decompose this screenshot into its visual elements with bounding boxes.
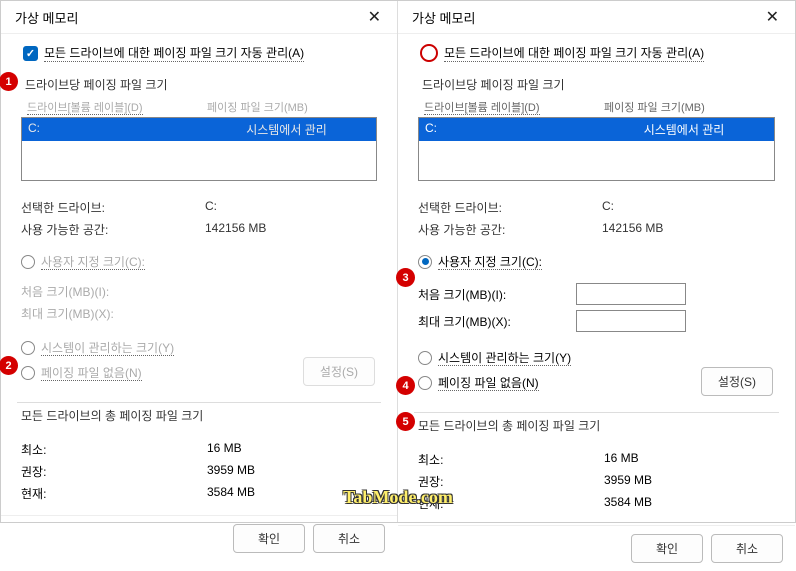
dialog-buttons: 확인 취소 — [398, 525, 795, 571]
radio-custom-label: 사용자 지정 크기(C): — [41, 253, 145, 270]
drive-listbox[interactable]: C: 시스템에서 관리 — [21, 117, 377, 181]
max-size-label: 최대 크기(MB)(X): — [21, 305, 179, 322]
list-item[interactable]: C: 시스템에서 관리 — [22, 118, 376, 141]
available-label: 사용 가능한 공간: — [21, 221, 205, 238]
selected-drive-label: 선택한 드라이브: — [418, 199, 602, 216]
cur-label: 현재: — [418, 495, 604, 512]
ok-button[interactable]: 확인 — [631, 534, 703, 563]
auto-manage-checkbox[interactable] — [23, 46, 38, 61]
radio-custom-row: 사용자 지정 크기(C): — [414, 253, 779, 270]
drive-status: 시스템에서 관리 — [600, 121, 768, 138]
initial-size-label: 처음 크기(MB)(I): — [21, 283, 179, 300]
titlebar: 가상 메모리 ✕ — [1, 1, 397, 34]
totals-group-label: 모든 드라이브의 총 페이징 파일 크기 — [414, 417, 779, 434]
radio-custom-label: 사용자 지정 크기(C): — [438, 253, 542, 270]
dialog-title: 가상 메모리 — [412, 8, 475, 27]
drive-listbox[interactable]: C: 시스템에서 관리 — [418, 117, 775, 181]
radio-system-label: 시스템이 관리하는 크기(Y) — [41, 339, 174, 356]
list-header: 드라이브[볼륨 레이블](D) 페이징 파일 크기(MB) — [418, 97, 775, 117]
radio-system-row: 시스템이 관리하는 크기(Y) — [17, 339, 381, 356]
dialog-title: 가상 메모리 — [15, 8, 78, 27]
rec-label: 권장: — [21, 463, 207, 480]
selected-drive-value: C: — [602, 199, 614, 216]
min-value: 16 MB — [604, 451, 639, 468]
totals: 최소:16 MB 권장:3959 MB 현재:3584 MB — [21, 436, 381, 507]
drive-letter: C: — [425, 121, 600, 138]
available-value: 142156 MB — [205, 221, 266, 238]
initial-size-input[interactable] — [576, 283, 686, 305]
col-drive: 드라이브[볼륨 레이블](D) — [424, 99, 604, 115]
min-label: 최소: — [21, 441, 207, 458]
cur-label: 현재: — [21, 485, 207, 502]
col-size: 페이징 파일 크기(MB) — [207, 99, 308, 115]
col-drive: 드라이브[볼륨 레이블](D) — [27, 99, 207, 115]
auto-manage-label: 모든 드라이브에 대한 페이징 파일 크기 자동 관리(A) — [444, 44, 704, 62]
available-label: 사용 가능한 공간: — [418, 221, 602, 238]
badge-2: 2 — [0, 356, 18, 375]
dialog-buttons: 확인 취소 — [1, 515, 397, 561]
set-button[interactable]: 설정(S) — [701, 367, 773, 396]
list-header: 드라이브[볼륨 레이블](D) 페이징 파일 크기(MB) — [21, 97, 377, 117]
list-item[interactable]: C: 시스템에서 관리 — [419, 118, 774, 141]
dialog-right: 가상 메모리 ✕ 모든 드라이브에 대한 페이징 파일 크기 자동 관리(A) … — [398, 1, 795, 522]
drive-group-label: 드라이브당 페이징 파일 크기 — [418, 76, 775, 93]
badge-4: 4 — [396, 376, 415, 395]
rec-value: 3959 MB — [207, 463, 255, 480]
ok-button[interactable]: 확인 — [233, 524, 305, 553]
drive-letter: C: — [28, 121, 203, 138]
radio-system[interactable] — [418, 351, 432, 365]
dialog-left: 가상 메모리 ✕ 1 모든 드라이브에 대한 페이징 파일 크기 자동 관리(A… — [1, 1, 398, 522]
set-button[interactable]: 설정(S) — [303, 357, 375, 386]
cur-value: 3584 MB — [604, 495, 652, 512]
auto-manage-checkbox[interactable] — [420, 44, 438, 62]
radio-system[interactable] — [21, 341, 35, 355]
drive-info: 선택한 드라이브: C: 사용 가능한 공간: 142156 MB — [21, 199, 381, 243]
totals-group-label: 모든 드라이브의 총 페이징 파일 크기 — [17, 407, 381, 424]
min-label: 최소: — [418, 451, 604, 468]
badge-1: 1 — [0, 72, 18, 91]
close-icon[interactable]: ✕ — [760, 7, 785, 27]
col-size: 페이징 파일 크기(MB) — [604, 99, 705, 115]
drive-status: 시스템에서 관리 — [203, 121, 370, 138]
badge-5: 5 — [396, 412, 415, 431]
badge-3: 3 — [396, 268, 415, 287]
drive-group: 드라이브당 페이징 파일 크기 드라이브[볼륨 레이블](D) 페이징 파일 크… — [21, 76, 377, 181]
drive-info: 선택한 드라이브: C: 사용 가능한 공간: 142156 MB — [418, 199, 779, 243]
titlebar: 가상 메모리 ✕ — [398, 1, 795, 34]
cancel-button[interactable]: 취소 — [313, 524, 385, 553]
drive-group: 드라이브당 페이징 파일 크기 드라이브[볼륨 레이블](D) 페이징 파일 크… — [418, 76, 775, 181]
max-size-input[interactable] — [576, 310, 686, 332]
min-value: 16 MB — [207, 441, 242, 458]
selected-drive-label: 선택한 드라이브: — [21, 199, 205, 216]
auto-manage-label: 모든 드라이브에 대한 페이징 파일 크기 자동 관리(A) — [44, 44, 304, 62]
rec-label: 권장: — [418, 473, 604, 490]
radio-custom[interactable] — [418, 255, 432, 269]
rec-value: 3959 MB — [604, 473, 652, 490]
initial-size-label: 처음 크기(MB)(I): — [418, 286, 576, 303]
available-value: 142156 MB — [602, 221, 663, 238]
cancel-button[interactable]: 취소 — [711, 534, 783, 563]
max-size-label: 최대 크기(MB)(X): — [418, 313, 576, 330]
drive-group-label: 드라이브당 페이징 파일 크기 — [21, 76, 377, 93]
totals: 최소:16 MB 권장:3959 MB 현재:3584 MB — [418, 446, 779, 517]
selected-drive-value: C: — [205, 199, 217, 216]
radio-custom-row: 사용자 지정 크기(C): — [17, 253, 381, 270]
radio-system-row: 시스템이 관리하는 크기(Y) — [414, 349, 779, 366]
radio-system-label: 시스템이 관리하는 크기(Y) — [438, 349, 571, 366]
close-icon[interactable]: ✕ — [362, 7, 387, 27]
cur-value: 3584 MB — [207, 485, 255, 502]
radio-custom[interactable] — [21, 255, 35, 269]
